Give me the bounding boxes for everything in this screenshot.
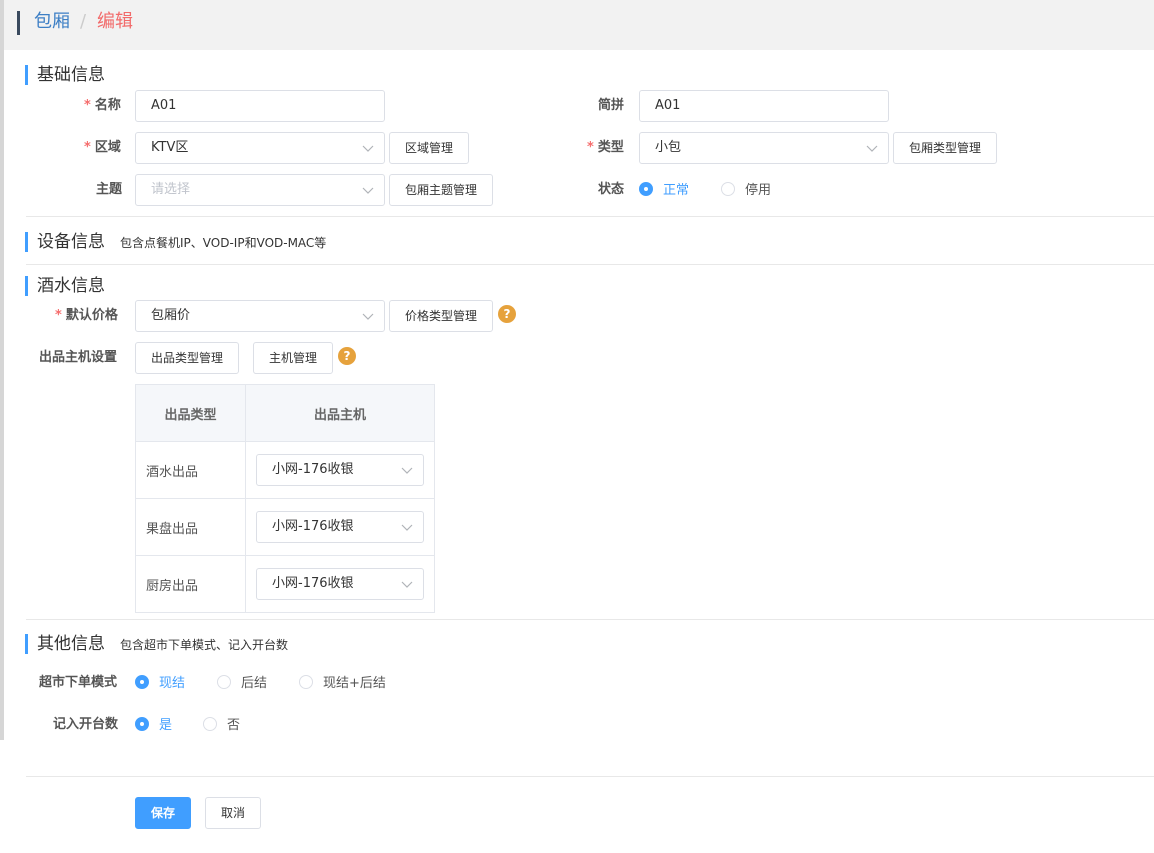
type-manage-button[interactable]: 包厢类型管理: [893, 132, 997, 164]
theme-select-placeholder: 请选择: [151, 182, 191, 197]
save-button[interactable]: 保存: [135, 797, 191, 829]
status-label: 状态: [598, 182, 625, 197]
order-mode-radio-later[interactable]: 后结: [217, 672, 267, 691]
output-type-cell: 厨房出品: [135, 555, 246, 613]
host-select-value: 小网-176收银: [272, 462, 354, 477]
table-row: 酒水出品 小网-176收银: [135, 441, 435, 499]
area-manage-button[interactable]: 区域管理: [389, 132, 469, 164]
radio-unchecked-icon: [299, 674, 313, 689]
area-select-value: KTV区: [151, 140, 189, 155]
section-marker-device: [25, 232, 28, 252]
radio-unchecked-icon: [217, 674, 231, 689]
section-subtitle-other: 包含超市下单模式、记入开台数: [120, 638, 289, 652]
theme-select[interactable]: 请选择: [135, 174, 385, 206]
breadcrumb-current: 编辑: [97, 11, 133, 32]
cancel-button[interactable]: 取消: [205, 797, 261, 829]
radio-unchecked-icon: [203, 716, 217, 731]
section-subtitle-device: 包含点餐机IP、VOD-IP和VOD-MAC等: [120, 236, 327, 250]
chevron-down-icon: [401, 467, 413, 474]
host-select[interactable]: 小网-176收银: [256, 511, 424, 543]
output-type-manage-button[interactable]: 出品类型管理: [135, 342, 239, 374]
help-icon[interactable]: ?: [498, 305, 516, 323]
section-title-device: 设备信息: [37, 232, 105, 252]
host-select[interactable]: 小网-176收银: [256, 454, 424, 486]
status-radio-disabled[interactable]: 停用: [721, 179, 771, 198]
breadcrumb-marker: [17, 11, 20, 35]
order-mode-label: 超市下单模式: [39, 675, 118, 690]
type-select[interactable]: 小包: [639, 132, 889, 164]
host-setting-label: 出品主机设置: [39, 350, 118, 365]
count-radio-no[interactable]: 否: [203, 714, 240, 733]
host-manage-button[interactable]: 主机管理: [253, 342, 333, 374]
divider: [26, 776, 1154, 777]
radio-checked-icon: [135, 716, 149, 731]
host-select-value: 小网-176收银: [272, 576, 354, 591]
divider: [26, 619, 1154, 620]
default-price-select[interactable]: 包厢价: [135, 300, 385, 332]
name-label: * 名称: [84, 98, 121, 113]
chevron-down-icon: [866, 145, 878, 152]
area-select[interactable]: KTV区: [135, 132, 385, 164]
section-marker-basic: [25, 65, 28, 85]
default-price-label: * 默认价格: [55, 308, 118, 323]
output-type-cell: 酒水出品: [135, 441, 246, 499]
table-header-row: 出品类型 出品主机: [135, 384, 435, 442]
theme-manage-button[interactable]: 包厢主题管理: [389, 174, 493, 206]
output-host-cell: 小网-176收银: [245, 441, 435, 499]
column-header-host: 出品主机: [245, 384, 435, 442]
chevron-down-icon: [362, 145, 374, 152]
order-mode-radio-both[interactable]: 现结+后结: [299, 672, 386, 691]
default-price-value: 包厢价: [151, 308, 191, 323]
name-input[interactable]: A01: [135, 90, 385, 122]
section-title-basic: 基础信息: [37, 65, 105, 85]
radio-checked-icon: [135, 674, 149, 689]
section-marker-drinks: [25, 276, 28, 296]
theme-label: 主题: [96, 182, 123, 197]
output-type-cell: 果盘出品: [135, 498, 246, 556]
section-title-drinks: 酒水信息: [37, 276, 105, 296]
column-header-type: 出品类型: [135, 384, 246, 442]
order-mode-radio-instant[interactable]: 现结: [135, 672, 185, 691]
left-edge-strip: [0, 0, 4, 740]
count-label: 记入开台数: [53, 717, 119, 732]
host-select-value: 小网-176收银: [272, 519, 354, 534]
price-type-manage-button[interactable]: 价格类型管理: [389, 300, 493, 332]
output-host-cell: 小网-176收银: [245, 498, 435, 556]
host-select[interactable]: 小网-176收银: [256, 568, 424, 600]
divider: [26, 264, 1154, 265]
pinyin-input[interactable]: A01: [639, 90, 889, 122]
header-bar: [4, 0, 1154, 50]
type-select-value: 小包: [655, 140, 682, 155]
help-icon[interactable]: ?: [338, 347, 356, 365]
output-host-table: 出品类型 出品主机 酒水出品 小网-176收银 果盘出品 小网-176收银 厨房…: [135, 384, 435, 613]
section-title-other: 其他信息: [37, 634, 105, 654]
radio-checked-icon: [639, 181, 653, 196]
pinyin-label: 简拼: [598, 98, 625, 113]
count-radio-yes[interactable]: 是: [135, 714, 172, 733]
table-row: 果盘出品 小网-176收银: [135, 498, 435, 556]
chevron-down-icon: [401, 581, 413, 588]
breadcrumb-separator: /: [80, 11, 87, 32]
chevron-down-icon: [362, 313, 374, 320]
chevron-down-icon: [401, 524, 413, 531]
status-radio-normal[interactable]: 正常: [639, 179, 689, 198]
section-marker-other: [25, 634, 28, 654]
area-label: * 区域: [84, 140, 121, 155]
table-row: 厨房出品 小网-176收银: [135, 555, 435, 613]
chevron-down-icon: [362, 187, 374, 194]
output-host-cell: 小网-176收银: [245, 555, 435, 613]
breadcrumb-parent-link[interactable]: 包厢: [34, 10, 70, 34]
divider: [26, 216, 1154, 217]
radio-unchecked-icon: [721, 181, 735, 196]
type-label: * 类型: [587, 140, 624, 155]
